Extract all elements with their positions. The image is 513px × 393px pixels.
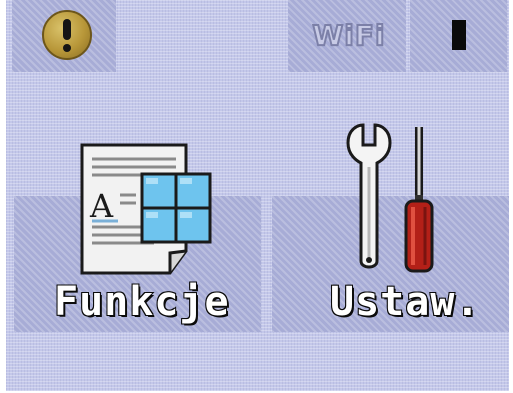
wifi-label: WiFi [311,19,386,53]
ink-level-icon [452,20,466,50]
document-grid-icon: A [80,143,212,275]
wrench-screwdriver-icon [346,123,434,273]
printer-lcd-screen: WiFi A Funkcje Ustaw. [6,0,509,391]
exclamation-alert-icon[interactable] [42,10,92,60]
functions-menu-label: Funkcje [53,278,230,326]
svg-text:A: A [89,187,114,225]
settings-menu-label: Ustaw. [329,278,481,326]
